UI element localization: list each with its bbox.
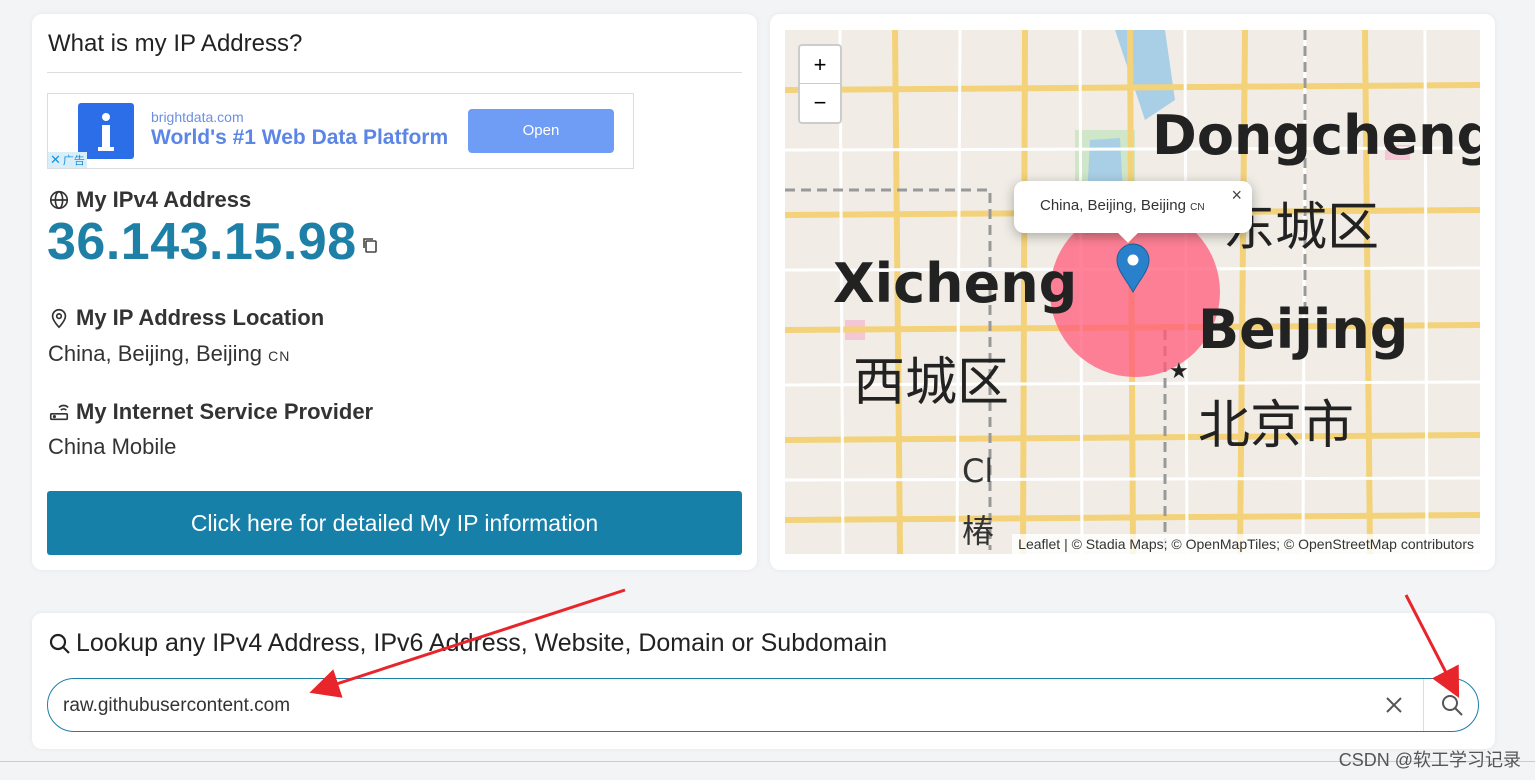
lookup-title-text: Lookup any IPv4 Address, IPv6 Address, W…: [76, 629, 888, 657]
ip-info-card: What is my IP Address? brightdata.com Wo…: [32, 14, 757, 570]
search-button-icon[interactable]: [1438, 691, 1466, 719]
map-label-xicheng: Xicheng: [833, 252, 1077, 315]
location-value-text: China, Beijing, Beijing: [48, 341, 263, 366]
lookup-title: Lookup any IPv4 Address, IPv6 Address, W…: [48, 629, 887, 658]
map-attribution[interactable]: Leaflet | © Stadia Maps; © OpenMapTiles;…: [1012, 534, 1480, 554]
map-label-beijing: Beijing: [1198, 298, 1408, 361]
ad-badge[interactable]: ✕ 广告: [48, 152, 87, 168]
popup-close-button[interactable]: ×: [1231, 185, 1242, 206]
country-code: CN: [268, 348, 291, 364]
popup-country-code: CN: [1190, 202, 1205, 213]
isp-label: My Internet Service Provider: [48, 399, 373, 425]
ad-badge-label: 广告: [62, 155, 85, 167]
search-icon: [49, 633, 70, 654]
ipv4-value: 36.143.15.98: [47, 213, 357, 271]
ad-domain[interactable]: brightdata.com: [151, 109, 244, 125]
router-icon: [49, 404, 69, 421]
map-tiles[interactable]: ★ Dongcheng 东城区 Xicheng 西城区 Beijing 北京市 …: [785, 30, 1480, 554]
location-map[interactable]: ★ Dongcheng 东城区 Xicheng 西城区 Beijing 北京市 …: [785, 30, 1480, 554]
popup-text: China, Beijing, Beijing CN: [1040, 197, 1205, 214]
ad-logo-icon: [78, 103, 134, 159]
map-label-partial-1: Cl: [962, 452, 993, 490]
lookup-input[interactable]: [61, 691, 1365, 721]
map-card: ★ Dongcheng 东城区 Xicheng 西城区 Beijing 北京市 …: [770, 14, 1495, 570]
title-divider: [47, 72, 742, 73]
map-label-dongcheng: Dongcheng: [1152, 104, 1480, 167]
location-value: China, Beijing, Beijing CN: [48, 341, 290, 367]
zoom-in-button[interactable]: +: [800, 46, 840, 84]
lookup-card: Lookup any IPv4 Address, IPv6 Address, W…: [32, 613, 1495, 749]
globe-icon: [49, 190, 69, 210]
location-label: My IP Address Location: [48, 305, 324, 331]
location-label-text: My IP Address Location: [76, 305, 325, 330]
ad-headline[interactable]: World's #1 Web Data Platform: [151, 126, 448, 150]
advertisement[interactable]: brightdata.com World's #1 Web Data Platf…: [47, 93, 634, 169]
zoom-out-button[interactable]: −: [800, 84, 840, 122]
lookup-search-box: [47, 678, 1479, 732]
map-popup: China, Beijing, Beijing CN ×: [1014, 181, 1252, 243]
page-bottom-divider: [0, 761, 1535, 762]
capital-star-icon: ★: [1169, 359, 1189, 384]
ipv4-label: My IPv4 Address: [48, 187, 251, 213]
isp-value: China Mobile: [48, 434, 177, 459]
clear-icon[interactable]: [1378, 689, 1410, 721]
map-label-beijing-cn: 北京市: [1198, 396, 1354, 456]
ipv4-label-text: My IPv4 Address: [76, 187, 252, 212]
watermark: CSDN @软工学习记录: [1338, 750, 1521, 770]
detailed-info-button[interactable]: Click here for detailed My IP informatio…: [47, 491, 742, 555]
copy-icon[interactable]: [361, 236, 379, 254]
map-label-xicheng-cn: 西城区: [853, 353, 1009, 413]
search-separator: [1423, 679, 1424, 731]
page-title: What is my IP Address?: [48, 30, 303, 57]
ad-close-icon[interactable]: ✕: [50, 152, 61, 167]
zoom-control: + −: [798, 44, 842, 124]
ad-open-button[interactable]: Open: [468, 109, 614, 153]
popup-location: China, Beijing, Beijing: [1040, 197, 1186, 214]
location-pin-icon: [51, 308, 67, 329]
isp-label-text: My Internet Service Provider: [76, 399, 374, 424]
map-label-partial-2: 椿: [962, 512, 994, 550]
